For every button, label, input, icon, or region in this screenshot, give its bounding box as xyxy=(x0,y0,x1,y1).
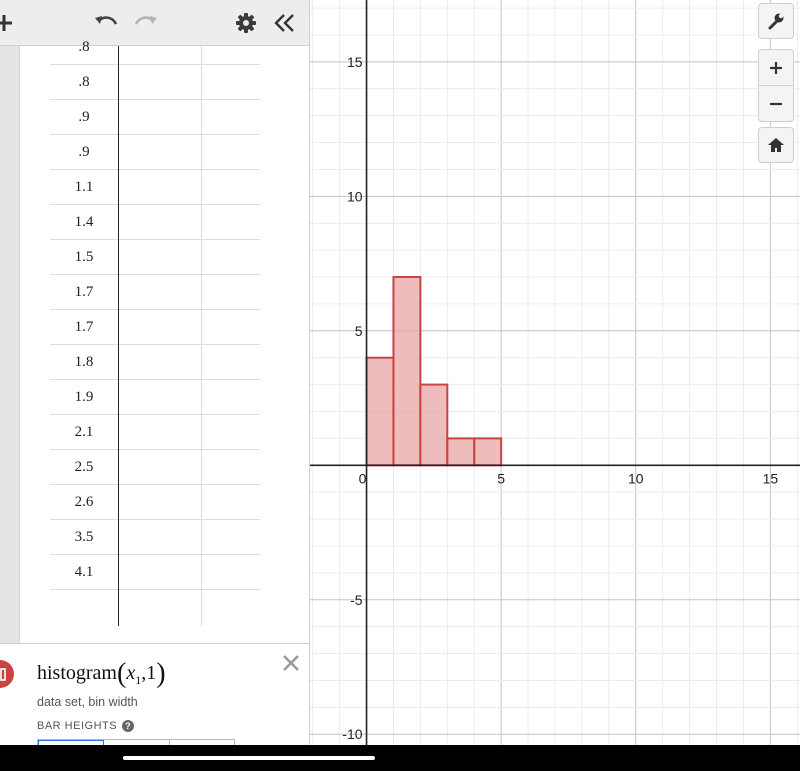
expression-formula[interactable]: histogram(x1,1) xyxy=(37,658,166,690)
y-tick-label: 15 xyxy=(347,54,363,70)
graph-canvas[interactable]: 0 5 10 15 15 10 5 -5 -10 xyxy=(310,0,800,745)
table-cell-x[interactable]: .9 xyxy=(50,135,118,170)
x-tick-label: 10 xyxy=(628,470,644,486)
system-bottom-bar xyxy=(0,745,800,771)
x-tick-label: 5 xyxy=(497,470,505,486)
add-expression-button[interactable] xyxy=(0,8,14,38)
bar-heights-label: BAR HEIGHTS ? xyxy=(37,720,135,732)
table-cell-x[interactable]: 2.6 xyxy=(50,485,118,520)
table-cell-x[interactable]: 1.9 xyxy=(50,380,118,415)
home-icon xyxy=(768,138,784,152)
histogram-bar xyxy=(473,437,503,467)
y-tick-label: 5 xyxy=(355,323,363,339)
histogram-bar xyxy=(365,356,395,467)
table-row: 1.8 xyxy=(50,345,260,380)
data-table: .8.8.9.9 1.1 1.4 1.5 1.7 1.7 1.8 1.9 2.1 2.5 2.6 3.… xyxy=(50,39,260,626)
zoom-out-button[interactable] xyxy=(758,85,794,122)
table-cell-x[interactable]: 1.8 xyxy=(50,345,118,380)
table-row: 2.5 xyxy=(50,450,260,485)
home-indicator[interactable] xyxy=(123,756,375,760)
delete-expression-button[interactable] xyxy=(280,652,302,674)
expression-hint: data set, bin width xyxy=(37,695,138,709)
calculator-app: .8.8.9.9 1.1 1.4 1.5 1.7 1.7 1.8 1.9 2.1 2.5 2.6 3.… xyxy=(0,0,800,771)
table-row: .9 xyxy=(50,100,260,135)
double-chevron-left-icon xyxy=(274,14,294,32)
table-cell-x[interactable]: 1.4 xyxy=(50,205,118,240)
graph-settings-button[interactable] xyxy=(758,3,794,39)
expression-panel: .8.8.9.9 1.1 1.4 1.5 1.7 1.7 1.8 1.9 2.1 2.5 2.6 3.… xyxy=(0,0,310,745)
table-row: 4.1 xyxy=(50,555,260,590)
table-row: 1.7 xyxy=(50,310,260,345)
table-cell-x[interactable]: .8 xyxy=(50,30,118,65)
table-cell-x[interactable]: .8 xyxy=(50,65,118,100)
wrench-icon xyxy=(768,13,784,30)
table-row: 1.4 xyxy=(50,205,260,240)
minus-icon xyxy=(770,102,782,105)
table-row: 1.1 xyxy=(50,170,260,205)
argument-variable: x xyxy=(126,662,136,684)
table-row: 2.6 xyxy=(50,485,260,520)
table-row: .8 xyxy=(50,65,260,100)
collapse-panel-button[interactable] xyxy=(270,8,300,38)
table-row: 1.5 xyxy=(50,240,260,275)
close-paren: ) xyxy=(156,658,166,689)
table-row: 3.5 xyxy=(50,520,260,555)
table-row: .9 xyxy=(50,135,260,170)
graph-paper[interactable]: 0 5 10 15 15 10 5 -5 -10 xyxy=(310,0,800,745)
histogram-bar xyxy=(419,383,449,467)
x-tick-label: 0 xyxy=(359,470,367,486)
table-cell-x[interactable]: .9 xyxy=(50,100,118,135)
table-cell-x[interactable]: 1.1 xyxy=(50,170,118,205)
histogram-bar xyxy=(392,276,422,467)
histogram-bar xyxy=(446,437,476,467)
table-row: 1.7 xyxy=(50,275,260,310)
bin-width-value: 1 xyxy=(146,662,157,684)
table-cell-x[interactable]: 3.5 xyxy=(50,520,118,555)
bar-chart-glyph xyxy=(0,668,6,681)
histogram-expression[interactable]: histogram(x1,1) data set, bin width BAR … xyxy=(0,643,309,745)
y-tick-label: -5 xyxy=(350,592,363,608)
table-cell-x[interactable]: 2.1 xyxy=(50,415,118,450)
panel-gutter xyxy=(0,46,20,643)
plus-icon xyxy=(0,15,12,31)
help-icon[interactable]: ? xyxy=(122,720,135,732)
table-cell-x[interactable]: 4.1 xyxy=(50,555,118,590)
table-cell-x[interactable]: 2.5 xyxy=(50,450,118,485)
close-icon xyxy=(283,655,299,671)
histogram-icon[interactable] xyxy=(0,660,14,688)
table-row: .8 xyxy=(50,30,260,65)
table-column-divider xyxy=(118,46,120,626)
y-tick-label: 10 xyxy=(347,188,363,204)
y-tick-label: -10 xyxy=(342,726,362,742)
table-cell-x[interactable]: 1.7 xyxy=(50,310,118,345)
default-viewport-button[interactable] xyxy=(758,127,794,163)
table-column-divider xyxy=(201,46,202,626)
zoom-in-button[interactable] xyxy=(758,49,794,86)
bar-heights-text: BAR HEIGHTS xyxy=(37,720,118,732)
function-name: histogram xyxy=(37,662,117,684)
table-row: 2.1 xyxy=(50,415,260,450)
plus-icon xyxy=(770,61,782,74)
table-row: 1.9 xyxy=(50,380,260,415)
table-cell-x[interactable]: 1.7 xyxy=(50,275,118,310)
open-paren: ( xyxy=(117,658,127,689)
table-cell-x[interactable]: 1.5 xyxy=(50,240,118,275)
x-tick-label: 15 xyxy=(763,470,779,486)
